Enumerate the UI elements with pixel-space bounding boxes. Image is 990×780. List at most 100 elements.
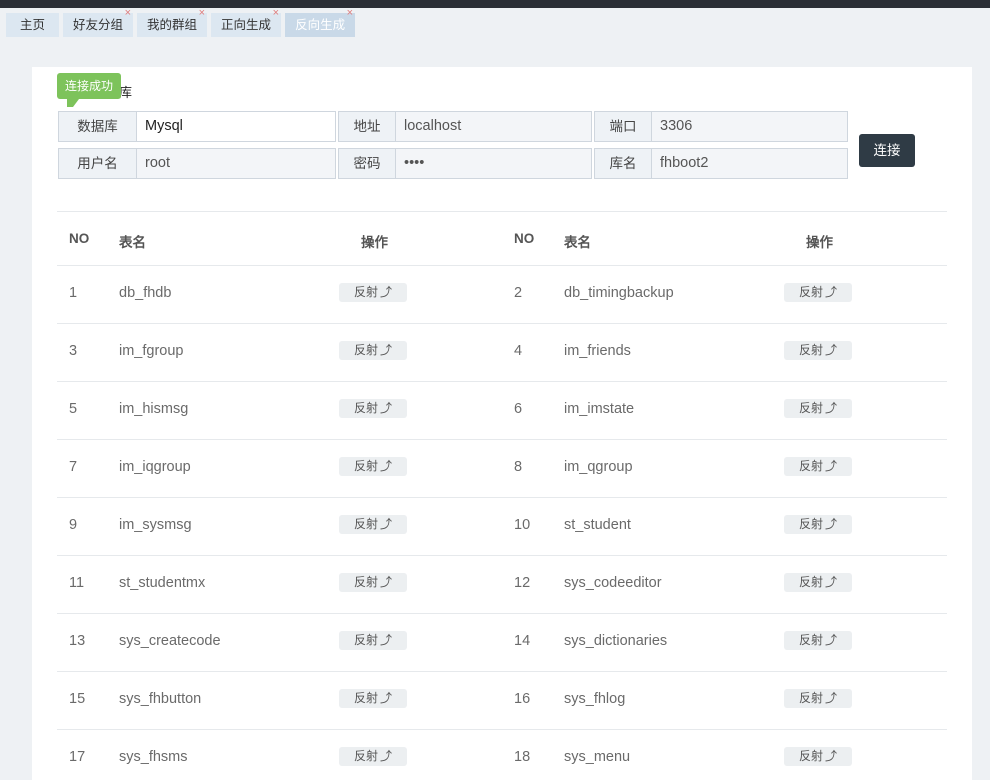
reflect-icon: ⤴	[825, 285, 838, 299]
reflect-button[interactable]: 反射 ⤴	[784, 573, 852, 592]
table-row: 15 sys_fhbutton 反射 ⤴ 16 sys_fhlog 反射 ⤴	[57, 672, 947, 730]
reflect-button[interactable]: 反射 ⤴	[339, 747, 407, 766]
reflect-button[interactable]: 反射 ⤴	[339, 341, 407, 360]
row-number: 2	[514, 285, 523, 301]
reflect-icon: ⤴	[380, 401, 393, 415]
address-input[interactable]	[396, 112, 591, 141]
table-row: 5 im_hismsg 反射 ⤴ 6 im_imstate 反射 ⤴	[57, 382, 947, 440]
header-op-right: 操作	[806, 235, 833, 250]
reflect-button-label: 反射	[353, 285, 378, 299]
reflect-button[interactable]: 反射 ⤴	[339, 283, 407, 302]
db-type-input[interactable]	[137, 112, 335, 141]
table-name: im_qgroup	[564, 459, 633, 475]
table-name: sys_fhsms	[119, 749, 188, 765]
connect-button[interactable]: 连接	[859, 134, 915, 167]
reflect-icon: ⤴	[380, 285, 393, 299]
table-row: 1 db_fhdb 反射 ⤴ 2 db_timingbackup 反射 ⤴	[57, 266, 947, 324]
table-name: sys_menu	[564, 749, 631, 765]
row-number: 8	[514, 459, 523, 475]
address-label: 地址	[339, 112, 396, 141]
reflect-icon: ⤴	[825, 749, 838, 763]
reflect-button-label: 反射	[353, 575, 378, 589]
reflect-button[interactable]: 反射 ⤴	[784, 283, 852, 302]
connect-success-tooltip: 连接成功	[57, 73, 122, 107]
reflect-button-label: 反射	[353, 691, 378, 705]
tab-2[interactable]: 我的群组 ×	[137, 7, 208, 37]
reflect-icon: ⤴	[825, 691, 838, 705]
reflect-icon: ⤴	[825, 401, 838, 415]
row-number: 4	[514, 343, 523, 359]
table-name: im_imstate	[564, 401, 635, 417]
reflect-button-label: 反射	[353, 343, 378, 357]
row-number: 17	[69, 749, 86, 765]
reflect-button[interactable]: 反射 ⤴	[339, 515, 407, 534]
reflect-button[interactable]: 反射 ⤴	[339, 689, 407, 708]
tab-4[interactable]: 反向生成 ×	[285, 7, 356, 37]
db-type-field: 数据库	[58, 111, 336, 142]
table-top-divider	[57, 211, 947, 212]
reflect-icon: ⤴	[825, 343, 838, 357]
username-field: 用户名	[58, 148, 336, 179]
tab-3[interactable]: 正向生成 ×	[211, 7, 282, 37]
tab-label: 我的群组	[147, 18, 198, 32]
reflect-icon: ⤴	[825, 575, 838, 589]
table-row: 9 im_sysmsg 反射 ⤴ 10 st_student 反射 ⤴	[57, 498, 947, 556]
reflect-icon: ⤴	[380, 517, 393, 531]
reflect-icon: ⤴	[380, 691, 393, 705]
reflect-button[interactable]: 反射 ⤴	[784, 631, 852, 650]
close-icon[interactable]: ×	[125, 6, 131, 20]
tab-1[interactable]: 好友分组 ×	[63, 7, 134, 37]
table-name: db_fhdb	[119, 285, 172, 301]
row-number: 6	[514, 401, 523, 417]
reflect-icon: ⤴	[380, 633, 393, 647]
row-number: 3	[69, 343, 78, 359]
dbname-label: 库名	[595, 149, 652, 178]
reflect-button[interactable]: 反射 ⤴	[339, 631, 407, 650]
tab-label: 好友分组	[73, 18, 124, 32]
reflect-button-label: 反射	[353, 459, 378, 473]
table-row: 7 im_iqgroup 反射 ⤴ 8 im_qgroup 反射 ⤴	[57, 440, 947, 498]
reflect-button-label: 反射	[353, 517, 378, 531]
tab-label: 正向生成	[221, 18, 272, 32]
reflect-button-label: 反射	[798, 343, 823, 357]
row-number: 10	[514, 517, 531, 533]
close-icon[interactable]: ×	[199, 6, 205, 20]
table-name: st_studentmx	[119, 575, 206, 591]
tab-0[interactable]: 主页	[6, 13, 60, 37]
table-name: im_sysmsg	[119, 517, 192, 533]
reflect-button[interactable]: 反射 ⤴	[339, 457, 407, 476]
row-number: 13	[69, 633, 86, 649]
close-icon[interactable]: ×	[347, 6, 353, 20]
reflect-button[interactable]: 反射 ⤴	[339, 399, 407, 418]
header-name-right: 表名	[564, 235, 591, 250]
reflect-icon: ⤴	[380, 459, 393, 473]
password-input[interactable]	[396, 149, 591, 178]
reflect-button[interactable]: 反射 ⤴	[339, 573, 407, 592]
port-input[interactable]	[652, 112, 847, 141]
table-name: im_friends	[564, 343, 631, 359]
reflect-button[interactable]: 反射 ⤴	[784, 341, 852, 360]
table-name: im_fgroup	[119, 343, 184, 359]
port-label: 端口	[595, 112, 652, 141]
dbname-field: 库名	[594, 148, 848, 179]
table-row: 11 st_studentmx 反射 ⤴ 12 sys_codeeditor 反射 ⤴	[57, 556, 947, 614]
table-name: sys_createcode	[119, 633, 221, 649]
table-name: im_hismsg	[119, 401, 189, 417]
table-name: db_timingbackup	[564, 285, 674, 301]
dbname-input[interactable]	[652, 149, 847, 178]
row-number: 11	[69, 575, 85, 591]
row-number: 18	[514, 749, 531, 765]
table-name: sys_fhbutton	[119, 691, 202, 707]
table-row: 13 sys_createcode 反射 ⤴ 14 sys_dictionaries 反射 ⤴	[57, 614, 947, 672]
reflect-button[interactable]: 反射 ⤴	[784, 747, 852, 766]
tab-bar: 主页 好友分组 × 我的群组 × 正向生成 × 反向生成 ×	[6, 7, 359, 37]
username-input[interactable]	[137, 149, 335, 178]
table-name: im_iqgroup	[119, 459, 191, 475]
table-name: sys_dictionaries	[564, 633, 668, 649]
reflect-button[interactable]: 反射 ⤴	[784, 457, 852, 476]
reflect-button[interactable]: 反射 ⤴	[784, 689, 852, 708]
header-no-left: NO	[69, 231, 90, 246]
close-icon[interactable]: ×	[273, 6, 279, 20]
reflect-button[interactable]: 反射 ⤴	[784, 515, 852, 534]
reflect-button[interactable]: 反射 ⤴	[784, 399, 852, 418]
